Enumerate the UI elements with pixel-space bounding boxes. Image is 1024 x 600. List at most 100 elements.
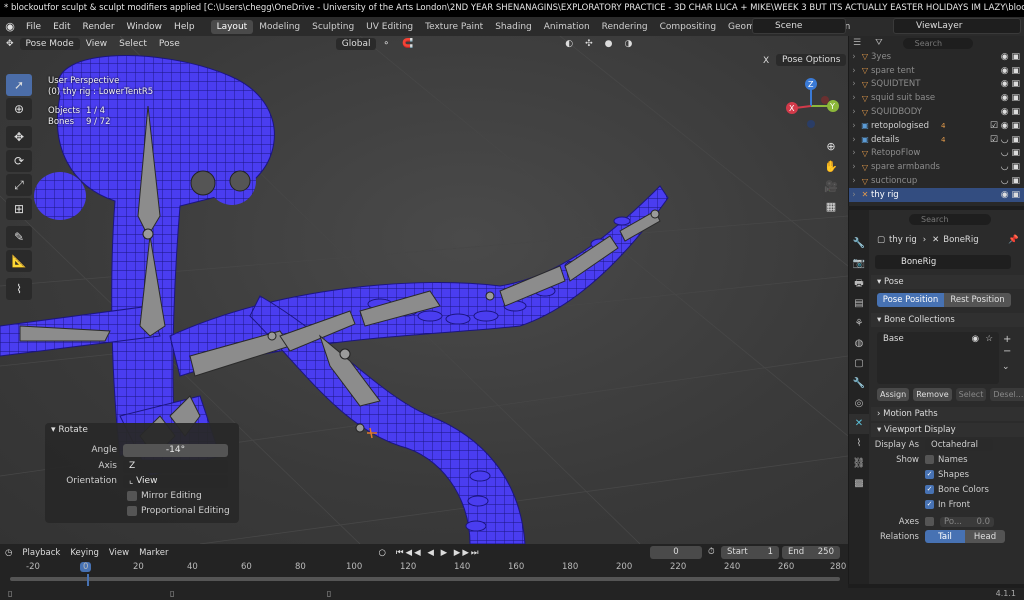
measure-tool-icon[interactable]: 📐 [6,250,32,272]
bone-tab-icon[interactable]: ⌇ [849,434,869,454]
frame-ruler[interactable]: -20 0 20 40 60 80 100 120 140 160 180 20… [0,562,848,576]
menu-window[interactable]: Window [121,22,169,32]
list-item[interactable]: › ▽ SQUIDTENT ◉ ▣ [849,78,1024,92]
names-checkbox[interactable] [925,455,934,464]
list-item[interactable]: Base ◉ ☆ [877,332,999,346]
eye-icon[interactable]: ◉ [972,332,979,346]
camera-view-icon[interactable]: 🎥 [822,178,840,196]
menu-pose[interactable]: Pose [153,39,186,49]
proportional-editing-row[interactable]: Proportional Editing [45,504,239,518]
annotate-tool-icon[interactable]: ✎ [6,226,32,248]
x-mirror-toggle[interactable]: X [763,56,769,66]
list-item[interactable]: › ▽ SQUIDBODY ◉ ▣ [849,105,1024,119]
star-icon[interactable]: ☆ [985,332,993,346]
collection-menu-icon[interactable]: ⌄ [1002,362,1010,372]
cursor-tool-icon[interactable]: ⊕ [6,98,32,120]
3d-viewport[interactable]: ✥ Pose Mode View Select Pose Global ⚬ 🧲 … [0,36,848,544]
playback-controls[interactable]: ⏮◀◀ ◀ ▶ ▶▶⏭ [391,548,486,558]
properties-search[interactable]: Search [909,214,991,225]
rotate-tool-icon[interactable]: ⟳ [6,150,32,172]
pose-options-dropdown[interactable]: Pose Options [776,54,847,66]
record-icon[interactable]: ○ [373,548,390,558]
mode-selector[interactable]: Pose Mode [19,38,80,50]
visibility-icon[interactable]: ◉ ▣ [1001,52,1020,62]
scale-tool-icon[interactable]: ⤢ [6,174,32,196]
pivot-icon[interactable]: ⚬ [376,39,396,49]
bone-colors-checkbox[interactable]: ✓ [925,485,934,494]
deselect-button[interactable]: Desel... [990,388,1024,401]
overlay-icon[interactable]: ◐ [559,39,579,49]
remove-collection-button[interactable]: − [1003,346,1011,357]
motion-paths-panel-header[interactable]: › Motion Paths [871,407,1024,421]
rest-position-button[interactable]: Rest Position [944,293,1011,307]
tab-sculpting[interactable]: Sculpting [306,20,360,34]
transform-tool-icon[interactable]: ⊞ [6,198,32,220]
start-frame-field[interactable]: Start 1 [721,546,779,559]
proportional-editing-checkbox[interactable] [127,506,137,516]
snap-icon[interactable]: 🧲 [396,39,419,49]
move-tool-icon[interactable]: ✥ [6,126,32,148]
tab-shading[interactable]: Shading [489,20,538,34]
pin-icon[interactable]: 📌 [1008,235,1019,245]
visibility-icon[interactable]: ◉ ▣ [1001,66,1020,76]
list-item-selected[interactable]: › ✕ thy rig ◉ ▣ [849,187,1024,202]
visibility-icon[interactable]: ◡ ▣ [1001,162,1020,172]
menu-keying[interactable]: Keying [65,548,104,558]
visibility-icon[interactable]: ☑ ◉ ▣ [990,121,1020,131]
menu-edit[interactable]: Edit [47,22,76,32]
select-tool-icon[interactable]: ➚ [6,74,32,96]
filter-icon[interactable]: ⛛ [875,38,883,48]
object-tab-icon[interactable]: ▢ [849,354,869,374]
tab-texture-paint[interactable]: Texture Paint [419,20,489,34]
visibility-icon[interactable]: ◉ ▣ [1001,93,1020,103]
visibility-icon[interactable]: ◡ ▣ [1001,148,1020,158]
mirror-editing-checkbox[interactable] [127,491,137,501]
axes-position-field[interactable]: Po... 0.0 [940,516,994,527]
menu-help[interactable]: Help [168,22,201,32]
menu-marker[interactable]: Marker [134,548,173,558]
output-tab-icon[interactable]: 🖶 [849,274,869,294]
pose-tool-icon[interactable]: ⌇ [6,278,32,300]
end-frame-field[interactable]: End 250 [782,546,840,559]
add-collection-button[interactable]: + [1003,334,1011,345]
armature-data-tab-icon[interactable]: ✕ [849,414,869,434]
shapes-checkbox[interactable]: ✓ [925,470,934,479]
list-item[interactable]: › ▣ retopologised 4 ☑ ◉ ▣ [849,119,1024,133]
tab-compositing[interactable]: Compositing [654,20,722,34]
gizmo-icon[interactable]: ✣ [579,39,599,49]
visibility-icon[interactable]: ◡ ▣ [1001,176,1020,186]
list-item[interactable]: › ▽ 3yes ◉ ▣ [849,50,1024,64]
menu-file[interactable]: File [20,22,47,32]
transform-orientation-selector[interactable]: Global [335,38,377,50]
orientation-dropdown[interactable]: ⌞ View [123,474,228,488]
modifier-tab-icon[interactable]: 🔧 [849,374,869,394]
display-mode-icon[interactable]: ☰ [853,38,861,48]
physics-tab-icon[interactable]: ◎ [849,394,869,414]
ortho-toggle-icon[interactable]: ▦ [822,198,840,216]
preview-range-icon[interactable]: ⏱ [708,547,715,557]
world-tab-icon[interactable]: ◍ [849,334,869,354]
viewport-display-panel-header[interactable]: ▾ Viewport Display [871,423,1024,437]
view-layer-selector[interactable]: ViewLayer [893,18,1021,34]
timeline-scrubber[interactable] [10,577,840,581]
shading-material-icon[interactable]: ◑ [619,39,639,49]
display-as-dropdown[interactable]: Octahedral [925,438,993,451]
tool-tab-icon[interactable]: 🔧 [849,234,869,254]
armature-name-field[interactable]: BoneRig [875,255,1011,269]
list-item[interactable]: › ▽ RetopoFlow ◡ ▣ [849,147,1024,161]
bone-collections-panel-header[interactable]: ▾ Bone Collections [871,313,1024,327]
zoom-icon[interactable]: ⊕ [822,138,840,156]
relations-head-button[interactable]: Head [965,530,1005,543]
list-item[interactable]: › ▽ squid suit base ◉ ▣ [849,91,1024,105]
tab-layout[interactable]: Layout [210,19,254,34]
tab-rendering[interactable]: Rendering [596,20,654,34]
tab-uv-editing[interactable]: UV Editing [360,20,419,34]
list-item[interactable]: › ▽ suctioncup ◡ ▣ [849,174,1024,188]
select-button[interactable]: Select [955,388,987,401]
visibility-icon[interactable]: ◉ ▣ [1001,107,1020,117]
visibility-icon[interactable]: ◉ ▣ [1001,190,1020,200]
render-tab-icon[interactable]: 📷 [849,254,869,274]
pan-hand-icon[interactable]: ✋ [822,158,840,176]
list-item[interactable]: › ▽ spare armbands ◡ ▣ [849,160,1024,174]
list-item[interactable]: › ▣ details 4 ☑ ◡ ▣ [849,133,1024,147]
